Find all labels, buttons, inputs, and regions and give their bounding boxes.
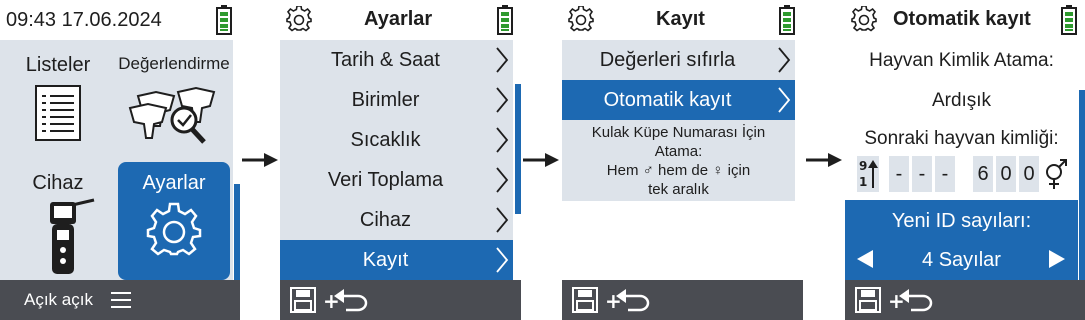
chevron-right-icon [496, 247, 509, 273]
info-line: Kulak Küpe Numarası İçin [591, 124, 766, 141]
gear-icon [851, 6, 877, 32]
svg-text:1: 1 [859, 175, 867, 189]
home-footer: Açık açık [0, 280, 240, 320]
menu-item-label: Birimler [351, 89, 420, 111]
gear-icon [286, 6, 312, 32]
chevron-right-icon [496, 207, 509, 233]
svg-text:+: + [605, 289, 622, 313]
battery-icon [216, 5, 232, 35]
assign-value[interactable]: Ardışık [845, 90, 1078, 112]
chevron-right-icon [496, 47, 509, 73]
tile-lists-label: Listeler [25, 54, 91, 76]
auto-record-screen: Otomatik kayıt Hayvan Kimlik Atama: Ardı… [845, 0, 1085, 320]
chevron-right-icon [496, 167, 509, 193]
tile-lists[interactable]: Listeler [2, 42, 114, 160]
menu-item-label: Otomatik kayıt [603, 89, 732, 111]
save-icon[interactable]: + [290, 286, 370, 314]
menu-item-auto-record[interactable]: Otomatik kayıt [562, 80, 795, 120]
auto-record-title: Otomatik kayıt [893, 8, 1031, 30]
settings-scrollbar[interactable] [515, 84, 521, 214]
record-footer: + [562, 280, 803, 320]
menu-item-label: Veri Toplama [327, 169, 444, 191]
settings-title: Ayarlar [364, 8, 433, 30]
chevron-right-icon [496, 127, 509, 153]
menu-item-label: Sıcaklık [350, 129, 421, 151]
record-title: Kayıt [656, 8, 705, 30]
assign-label: Hayvan Kimlik Atama: [869, 50, 1054, 71]
svg-text:+: + [323, 289, 340, 313]
save-icon[interactable]: + [572, 286, 652, 314]
home-scrollbar[interactable] [234, 184, 240, 280]
menu-item-reset-values[interactable]: Değerleri sıfırla [562, 40, 795, 80]
flow-arrow-icon [806, 153, 842, 167]
gender-icon [1046, 159, 1067, 189]
record-screen: Kayıt Değerleri sıfırla Otomatik kayıt K… [562, 0, 803, 320]
next-id-label: Sonraki hayvan kimliği: [864, 128, 1059, 149]
menu-item-temperature[interactable]: Sıcaklık [280, 120, 513, 160]
settings-footer: + [280, 280, 521, 320]
home-header: 09:43 17.06.2024 [0, 0, 240, 40]
chevron-right-icon [496, 87, 509, 113]
new-id-digits-selector: Yeni ID sayıları: 4 Sayılar [845, 200, 1078, 280]
tile-settings[interactable]: Ayarlar [118, 162, 230, 280]
sort-icon: 9 1 [857, 156, 879, 192]
id-digit[interactable]: - [889, 156, 909, 192]
tile-device[interactable]: Cihaz [2, 162, 114, 280]
footer-status: Açık açık [24, 290, 93, 309]
settings-menu: Tarih & Saat Birimler Sıcaklık Veri Topl… [280, 40, 513, 280]
info-line: Hem ♂ hem de ♀ için [606, 162, 751, 179]
triangle-right-icon[interactable] [1049, 250, 1065, 268]
chevron-right-icon [778, 47, 791, 73]
home-screen: 09:43 17.06.2024 Listeler Değerlendirme … [0, 0, 240, 320]
record-menu: Değerleri sıfırla Otomatik kayıt Kulak K… [562, 40, 795, 201]
id-digit[interactable]: - [935, 156, 955, 192]
hamburger-icon[interactable] [111, 291, 131, 309]
home-tile-grid: Listeler Değerlendirme Cihaz Ayarlar [0, 40, 233, 280]
menu-item-label: Değerleri sıfırla [599, 49, 736, 71]
info-line: tek aralık [648, 181, 709, 198]
new-id-label: Yeni ID sayıları: [891, 210, 1032, 232]
menu-item-label: Tarih & Saat [331, 49, 440, 71]
menu-item-data-collection[interactable]: Veri Toplama [280, 160, 513, 200]
auto-record-scrollbar[interactable] [1079, 90, 1085, 280]
id-digit[interactable]: 0 [996, 156, 1016, 192]
menu-item-label: Cihaz [359, 209, 412, 231]
battery-icon [779, 5, 795, 35]
evaluation-cows-icon [128, 86, 216, 144]
save-icon[interactable]: + [855, 286, 935, 314]
settings-screen: Ayarlar Tarih & Saat Birimler Sıcaklık V… [280, 0, 521, 320]
auto-record-header: Otomatik kayıt [845, 0, 1085, 40]
ear-tag-info: Kulak Küpe Numarası İçin Atama: Hem ♂ he… [562, 120, 795, 201]
tile-evaluation[interactable]: Değerlendirme [118, 42, 230, 160]
gear-icon [568, 6, 594, 32]
menu-item-label: Kayıt [362, 249, 409, 271]
id-digit[interactable]: 0 [1019, 156, 1039, 192]
battery-icon [497, 5, 513, 35]
chevron-right-icon [778, 87, 791, 113]
tile-device-label: Cihaz [32, 172, 84, 194]
menu-item-units[interactable]: Birimler [280, 80, 513, 120]
new-id-value: 4 Sayılar [922, 249, 1001, 271]
flow-arrow-icon [523, 153, 559, 167]
auto-record-footer: + [845, 280, 1085, 320]
menu-item-record[interactable]: Kayıt [280, 240, 513, 280]
tile-settings-label: Ayarlar [142, 172, 206, 194]
svg-text:+: + [888, 289, 905, 313]
menu-item-device[interactable]: Cihaz [280, 200, 513, 240]
svg-text:9: 9 [859, 159, 867, 173]
device-reader-icon [50, 198, 95, 274]
id-digit[interactable]: - [912, 156, 932, 192]
id-digit[interactable]: 6 [973, 156, 993, 192]
gear-icon [146, 202, 202, 256]
clock-datetime: 09:43 17.06.2024 [6, 9, 162, 31]
info-line: Atama: [654, 143, 703, 160]
flow-arrow-icon [242, 153, 278, 167]
list-document-icon [35, 85, 81, 141]
record-header: Kayıt [562, 0, 803, 40]
menu-item-date-time[interactable]: Tarih & Saat [280, 40, 513, 80]
battery-icon [1061, 5, 1077, 35]
settings-header: Ayarlar [280, 0, 521, 40]
tile-evaluation-label: Değerlendirme [118, 54, 230, 73]
